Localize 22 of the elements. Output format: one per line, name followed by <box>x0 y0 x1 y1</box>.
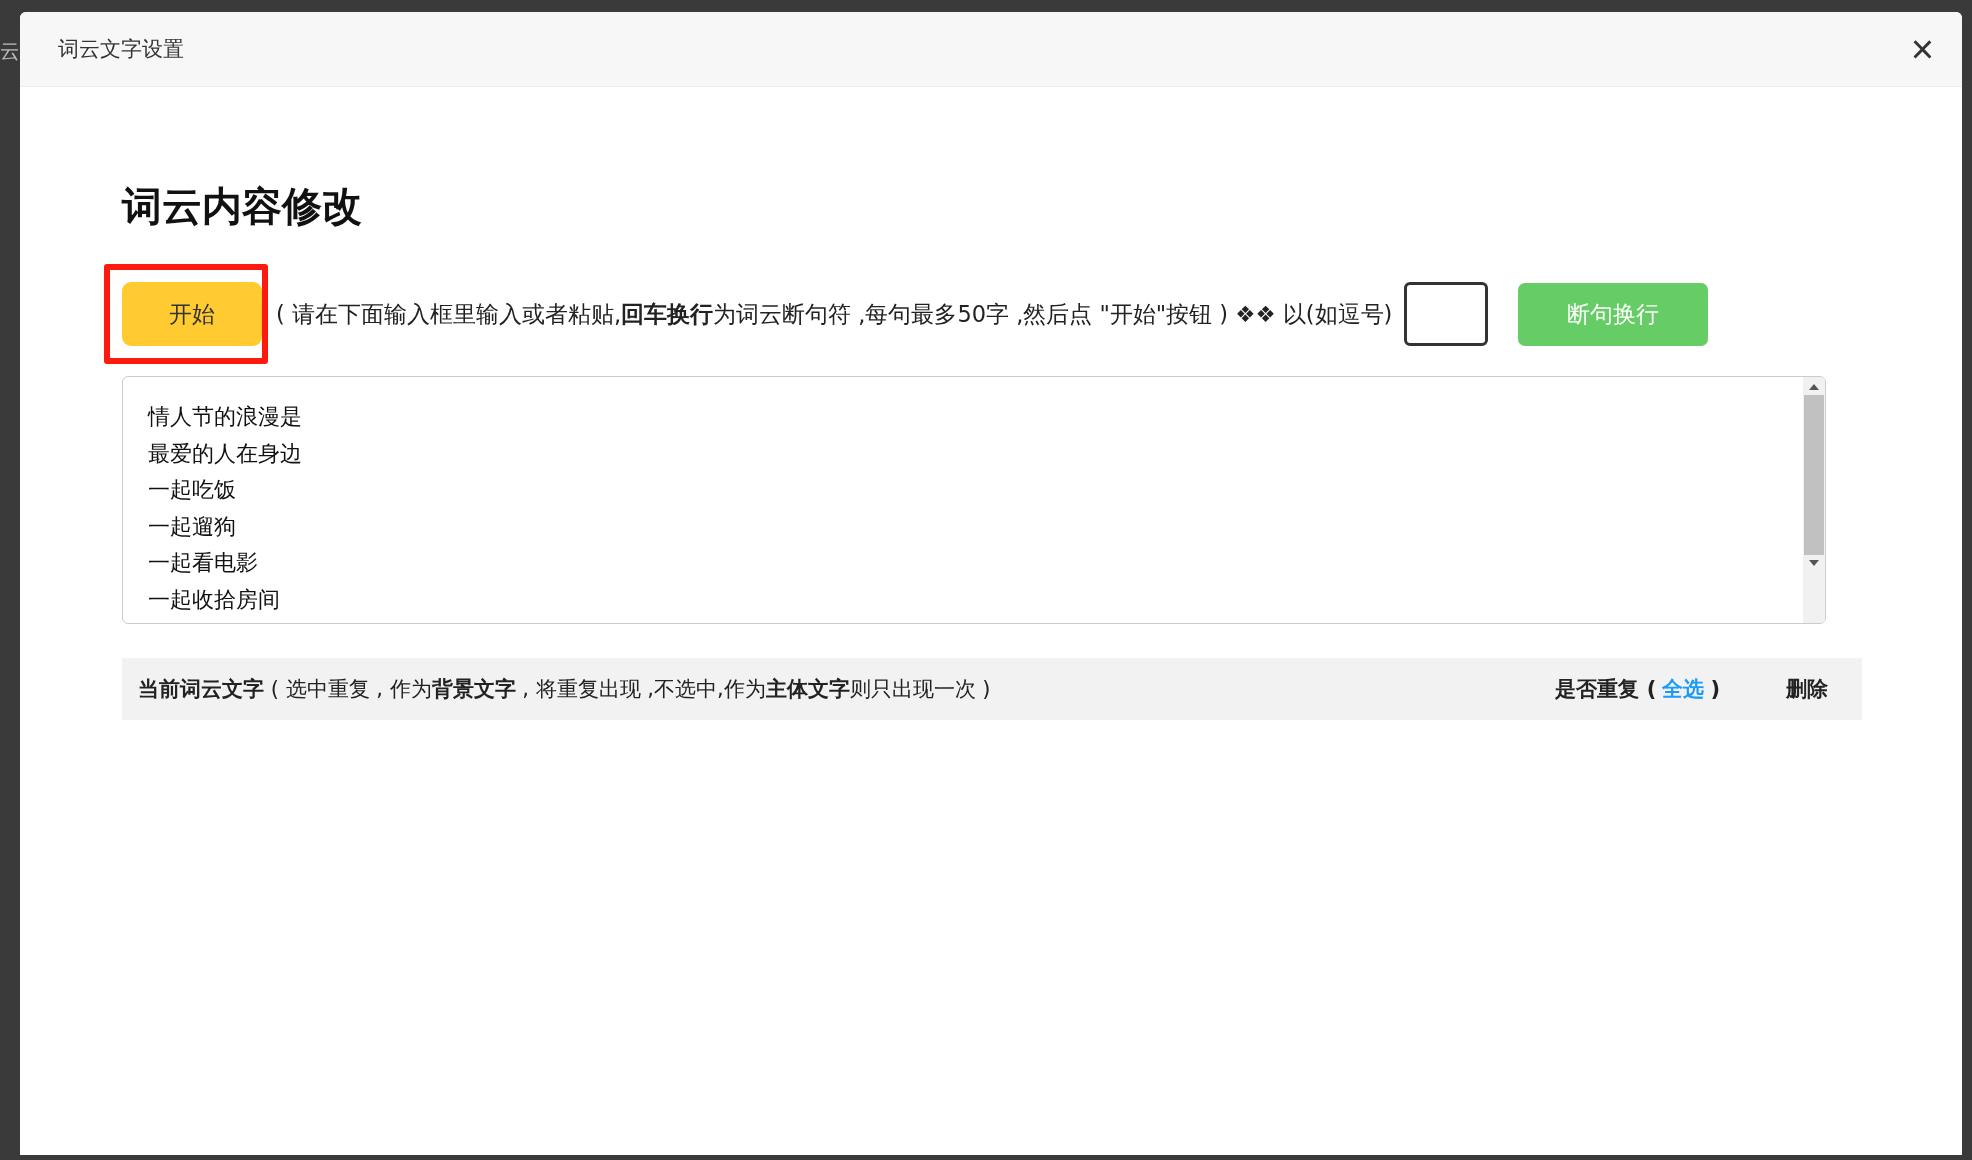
close-button[interactable]: × <box>1906 29 1938 69</box>
background-text: 云 <box>0 38 18 65</box>
scrollbar[interactable] <box>1803 377 1825 623</box>
start-button[interactable]: 开始 <box>122 282 262 346</box>
text-area[interactable]: 情人节的浪漫是 最爱的人在身边 一起吃饭 一起遛狗 一起看电影 一起收拾房间 <box>122 376 1826 624</box>
text-line: 一起吃饭 <box>148 476 237 504</box>
repeat-label: 是否重复 ( <box>1555 676 1657 703</box>
section-heading: 词云内容修改 <box>122 182 363 231</box>
scroll-down-icon[interactable] <box>1809 559 1819 567</box>
scroll-up-icon[interactable] <box>1809 383 1819 391</box>
dialog-title: 词云文字设置 <box>58 36 184 63</box>
text-line: 一起收拾房间 <box>148 585 281 614</box>
repeat-label-close: ) <box>1710 677 1720 701</box>
word-list-description: 当前词云文字 ( 选中重复 , 作为背景文字 , 将重复出现 ,不选中,作为主体文字则只出现一次 ) <box>138 676 992 703</box>
separator-input[interactable] <box>1404 282 1489 346</box>
text-line: 一起看电影 <box>148 549 259 577</box>
text-line: 一起遛狗 <box>148 512 237 541</box>
scrollbar-thumb[interactable] <box>1804 395 1824 555</box>
instruction-text: ( 请在下面输入框里输入或者粘贴,回车换行为词云断句符 ,每句最多50字 ,然后点 "开始"按钮 ) ❖❖ 以(如逗号) <box>276 299 1393 329</box>
delete-label: 删除 <box>1786 676 1828 703</box>
text-line: 情人节的浪漫是 <box>148 403 303 431</box>
text-line: 最爱的人在身边 <box>148 439 303 468</box>
